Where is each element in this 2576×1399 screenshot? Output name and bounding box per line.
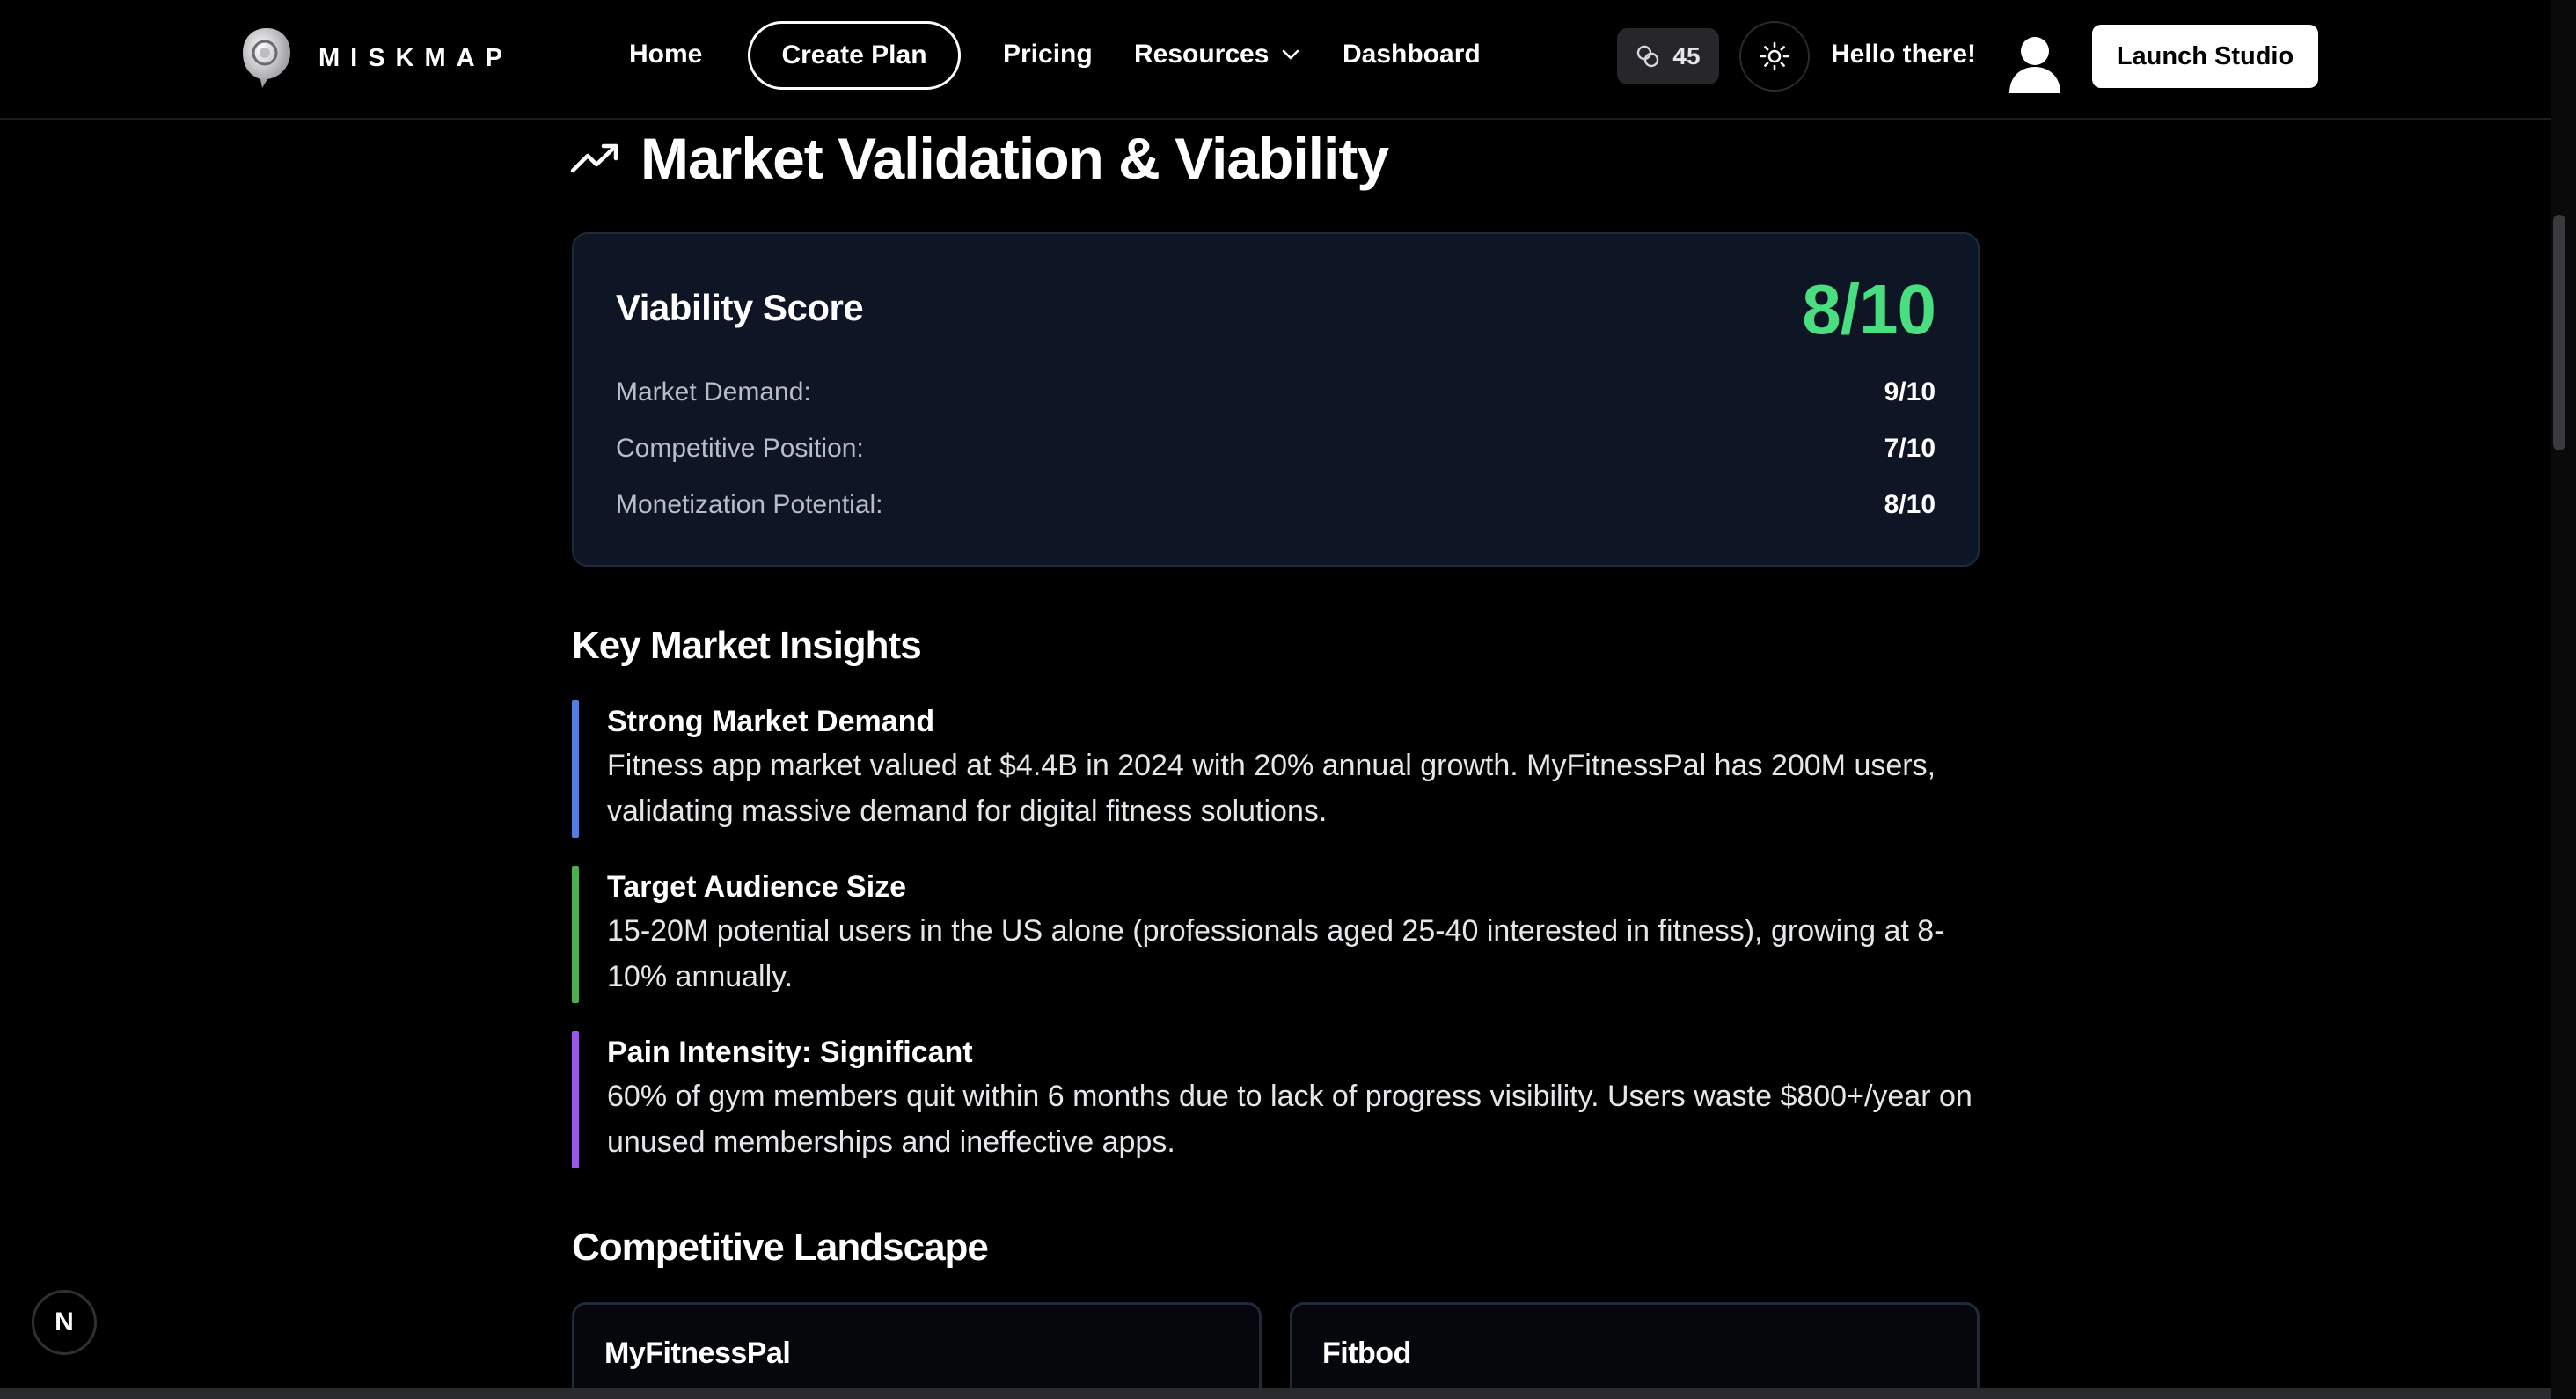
brand-name: MISKMAP (318, 43, 513, 72)
brand-logo[interactable]: MISKMAP (241, 26, 513, 90)
competitor-card[interactable]: Fitbod (1290, 1302, 1980, 1399)
nav-pricing-link[interactable]: Pricing (1003, 37, 1093, 72)
competitor-name: Fitbod (1322, 1337, 1411, 1370)
miskmap-logo-icon (243, 28, 290, 88)
section-heading: Market Validation & Viability (570, 121, 1389, 195)
insight-item: Target Audience Size 15-20M potential us… (572, 866, 1980, 1003)
viability-score-card: Viability Score 8/10 Market Demand: 9/10… (572, 232, 1980, 567)
launch-studio-button[interactable]: Launch Studio (2092, 25, 2318, 88)
scrollbar-track[interactable] (2551, 0, 2576, 1399)
score-row-label: Market Demand: (616, 377, 811, 407)
score-row-value: 9/10 (1884, 377, 1936, 407)
insight-title: Target Audience Size (607, 870, 907, 904)
score-row-value: 7/10 (1884, 434, 1936, 463)
nav-resources-label: Resources (1134, 40, 1270, 69)
sun-icon (1760, 41, 1789, 71)
insights-heading: Key Market Insights (572, 624, 922, 667)
competitor-card[interactable]: MyFitnessPal (572, 1302, 1262, 1399)
user-greeting: Hello there! (1831, 40, 1977, 69)
nav-home-link[interactable]: Home (629, 37, 702, 72)
score-row-value: 8/10 (1884, 490, 1936, 519)
insight-accent-bar (572, 1031, 579, 1168)
user-avatar-icon[interactable] (2006, 32, 2064, 93)
competitor-name: MyFitnessPal (604, 1337, 791, 1370)
nav-create-plan-button[interactable]: Create Plan (748, 21, 961, 90)
top-navbar: MISKMAP Home Create Plan Pricing Resourc… (0, 0, 2551, 120)
insight-item: Pain Intensity: Significant 60% of gym m… (572, 1031, 1980, 1168)
insight-body: Fitness app market valued at $4.4B in 20… (607, 749, 1936, 828)
credits-badge[interactable]: 45 (1617, 28, 1719, 84)
competitive-heading: Competitive Landscape (572, 1226, 989, 1269)
score-row-label: Competitive Position: (616, 434, 864, 463)
insight-accent-bar (572, 700, 579, 838)
window-bottom-edge (0, 1388, 2551, 1399)
score-row-competitive-position: Competitive Position: 7/10 (616, 431, 1936, 466)
insight-body: 15-20M potential users in the US alone (… (607, 914, 1944, 993)
trending-up-icon (570, 143, 618, 173)
theme-toggle-button[interactable] (1739, 21, 1810, 92)
insight-title: Strong Market Demand (607, 705, 935, 738)
score-row-monetization-potential: Monetization Potential: 8/10 (616, 487, 1936, 523)
nav-dashboard-link[interactable]: Dashboard (1343, 37, 1481, 72)
app-viewport: MISKMAP Home Create Plan Pricing Resourc… (0, 0, 2576, 1399)
coins-icon (1637, 45, 1659, 68)
nav-resources-dropdown[interactable]: Resources (1134, 37, 1300, 72)
chevron-down-icon (1283, 49, 1299, 60)
viability-score-value: 8/10 (1802, 270, 1936, 348)
scrollbar-thumb[interactable] (2553, 215, 2565, 450)
score-row-market-demand: Market Demand: 9/10 (616, 375, 1936, 410)
page-title: Market Validation & Viability (640, 126, 1389, 191)
nextjs-dev-badge[interactable]: N (32, 1290, 97, 1355)
viability-score-title: Viability Score (616, 287, 864, 328)
insight-accent-bar (572, 866, 579, 1003)
insight-title: Pain Intensity: Significant (607, 1036, 973, 1069)
score-row-label: Monetization Potential: (616, 490, 883, 519)
insight-body: 60% of gym members quit within 6 months … (607, 1080, 1972, 1159)
credits-count: 45 (1672, 42, 1701, 70)
insight-item: Strong Market Demand Fitness app market … (572, 700, 1980, 838)
